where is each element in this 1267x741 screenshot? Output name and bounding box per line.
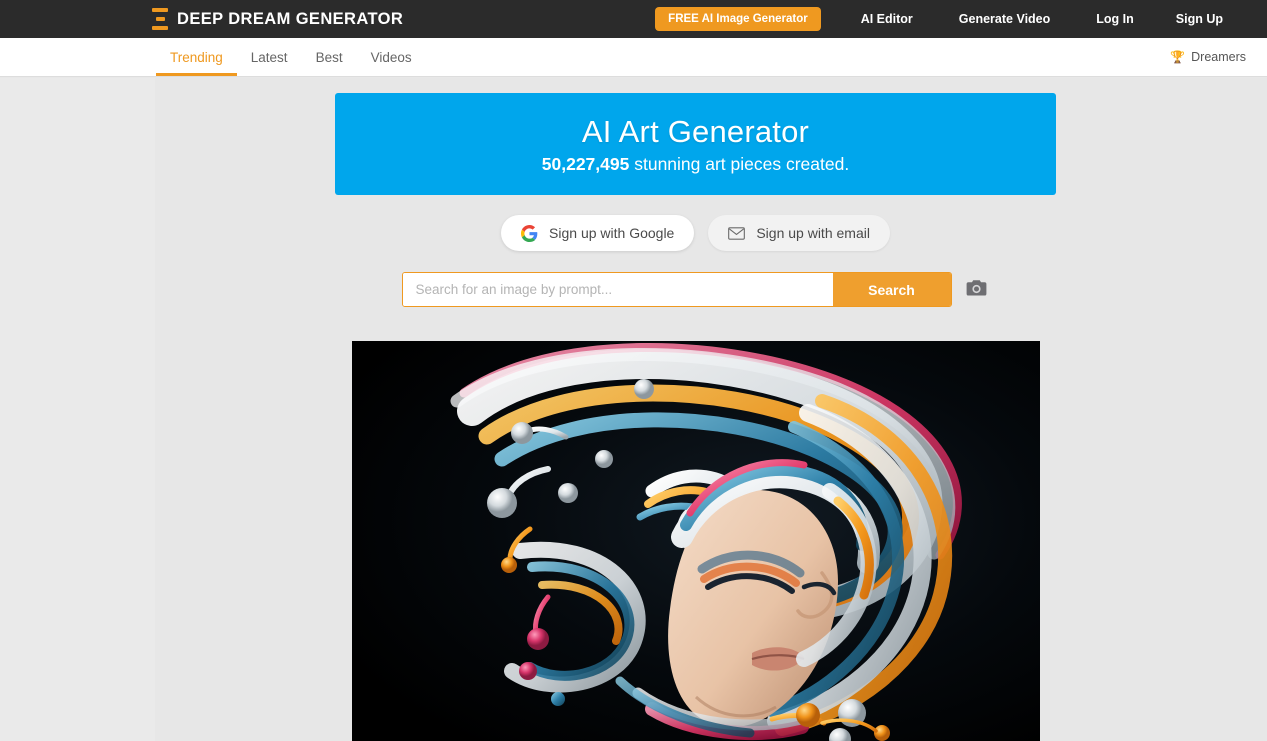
- art-count-suffix: stunning art pieces created.: [629, 153, 850, 174]
- hero-banner: AI Art Generator 50,227,495 stunning art…: [335, 93, 1056, 195]
- brand-logo-link[interactable]: DEEP DREAM GENERATOR: [152, 0, 403, 38]
- secondary-nav-bar: Trending Latest Best Videos 🏆 Dreamers: [0, 38, 1267, 77]
- search-box: Search: [401, 272, 952, 307]
- nav-link-ai-editor[interactable]: AI Editor: [861, 12, 913, 26]
- sign-up-with-email-button[interactable]: Sign up with email: [708, 215, 890, 251]
- tab-trending[interactable]: Trending: [156, 38, 237, 76]
- category-tabs: Trending Latest Best Videos: [156, 38, 426, 76]
- page-body: AI Art Generator 50,227,495 stunning art…: [0, 78, 1267, 741]
- nav-link-log-in[interactable]: Log In: [1096, 12, 1134, 26]
- dreamers-label: Dreamers: [1191, 50, 1246, 64]
- sign-up-with-email-label: Sign up with email: [756, 225, 870, 241]
- search-row: Search: [335, 272, 1056, 307]
- free-ai-image-generator-button[interactable]: FREE AI Image Generator: [655, 7, 821, 31]
- camera-search-button[interactable]: [963, 276, 990, 303]
- sign-up-with-google-label: Sign up with Google: [549, 225, 675, 241]
- art-count-value: 50,227,495: [541, 153, 630, 174]
- google-icon: [521, 224, 538, 242]
- art-count-subtitle: 50,227,495 stunning art pieces created.: [542, 154, 849, 175]
- tab-latest[interactable]: Latest: [237, 38, 302, 76]
- tab-videos[interactable]: Videos: [357, 38, 426, 76]
- top-right-nav: FREE AI Image Generator AI Editor Genera…: [655, 0, 1267, 38]
- featured-artwork[interactable]: [352, 341, 1040, 741]
- dreamers-link[interactable]: 🏆 Dreamers: [1170, 38, 1246, 76]
- trophy-icon: 🏆: [1170, 50, 1186, 64]
- brand-name: DEEP DREAM GENERATOR: [177, 9, 404, 28]
- sign-up-with-google-button[interactable]: Sign up with Google: [501, 215, 695, 251]
- top-header-bar: DEEP DREAM GENERATOR FREE AI Image Gener…: [0, 0, 1267, 38]
- tab-best[interactable]: Best: [302, 38, 357, 76]
- artwork-image: [352, 341, 1040, 741]
- search-input[interactable]: [402, 273, 833, 306]
- nav-link-generate-video[interactable]: Generate Video: [959, 12, 1050, 26]
- hourglass-logo-icon: [152, 8, 168, 30]
- page-title: AI Art Generator: [581, 113, 810, 149]
- envelope-icon: [728, 226, 746, 240]
- search-button[interactable]: Search: [832, 273, 951, 306]
- nav-link-sign-up[interactable]: Sign Up: [1176, 12, 1223, 26]
- signup-buttons-row: Sign up with Google Sign up with email: [335, 215, 1056, 251]
- camera-icon: [966, 279, 987, 300]
